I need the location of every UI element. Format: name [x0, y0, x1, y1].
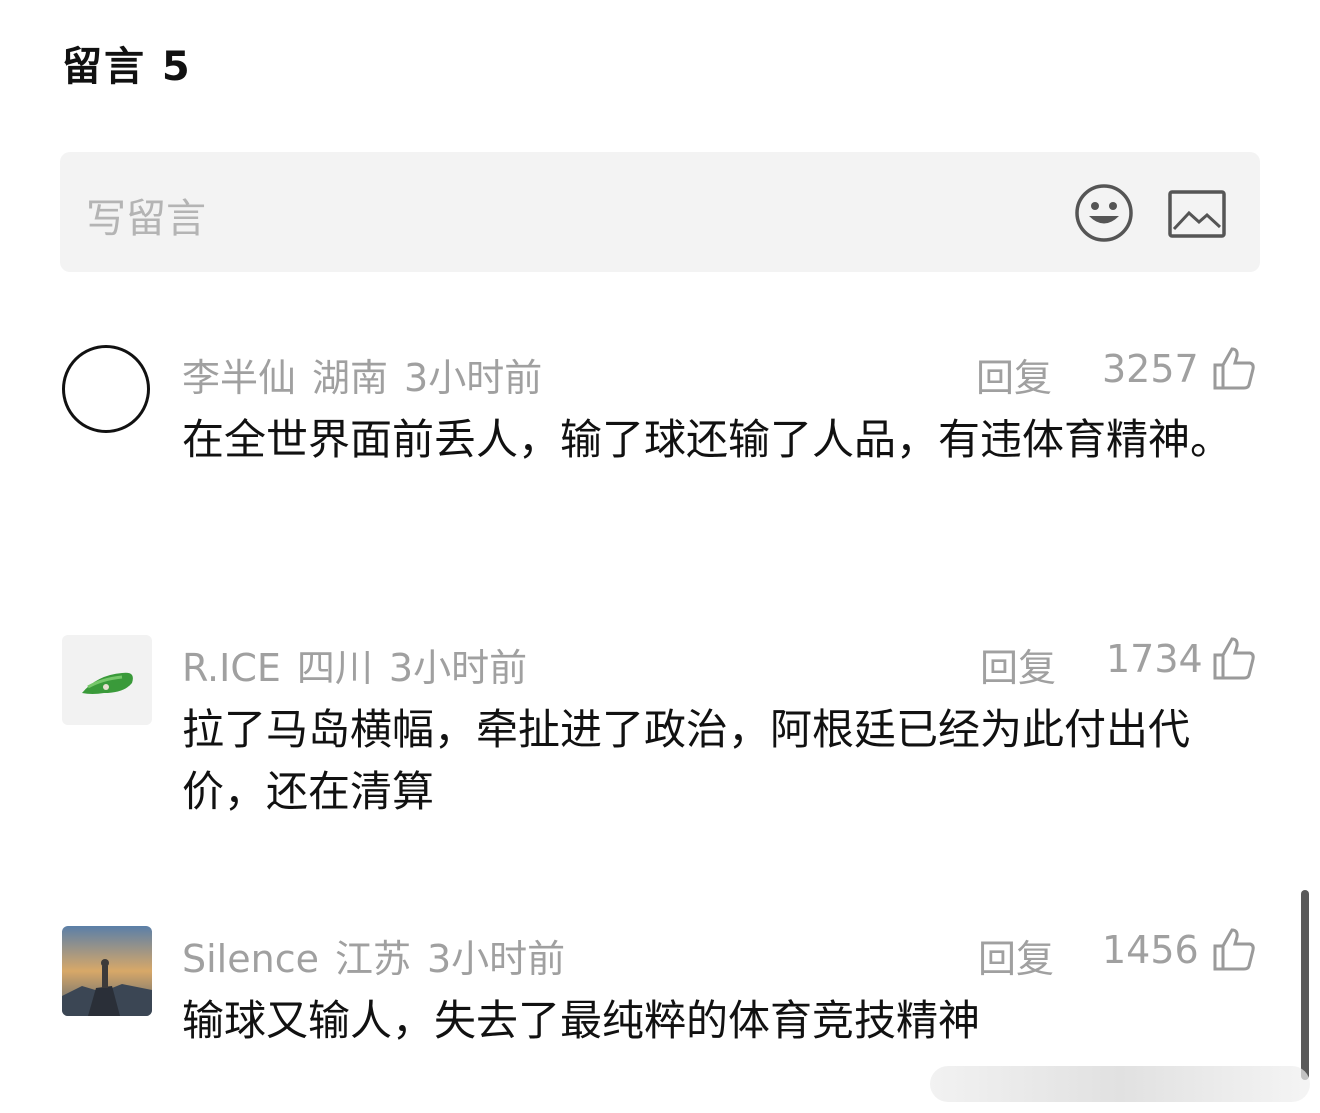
home-indicator	[930, 1066, 1310, 1102]
location: 湖南	[312, 356, 389, 400]
timestamp: 3小时前	[427, 937, 566, 981]
reply-button[interactable]: 回复	[976, 347, 1052, 402]
reply-button[interactable]: 回复	[980, 637, 1056, 692]
username[interactable]: 李半仙	[182, 356, 296, 400]
comment-content: 拉了马岛横幅，牵扯进了政治，阿根廷已经为此付出代价，还在清算	[182, 705, 1191, 816]
location: 江苏	[334, 937, 411, 981]
comment-content: 输球又输人，失去了最纯粹的体育竞技精神	[182, 996, 981, 1045]
like-count: 3257	[1102, 347, 1199, 391]
thumbs-up-icon[interactable]	[1212, 926, 1256, 972]
smile-icon[interactable]	[1074, 183, 1134, 243]
reply-button[interactable]: 回复	[978, 928, 1054, 983]
location: 四川	[296, 646, 373, 690]
comment-content: 在全世界面前丢人，输了球还输了人品，有违体育精神。	[182, 415, 1233, 464]
like-count: 1456	[1102, 928, 1199, 972]
like-count: 1734	[1106, 637, 1203, 681]
green-fish-avatar[interactable]	[62, 635, 152, 725]
username[interactable]: Silence	[182, 937, 319, 981]
comment-input-placeholder: 写留言	[86, 196, 206, 242]
comment-input[interactable]: 写留言	[60, 152, 1260, 272]
comment-meta: R.ICE 四川 3小时前	[182, 637, 543, 692]
username[interactable]: R.ICE	[182, 646, 281, 690]
landscape-avatar[interactable]	[62, 926, 152, 1016]
comments-title: 留言 5	[62, 44, 192, 90]
thumbs-up-icon[interactable]	[1212, 345, 1256, 391]
timestamp: 3小时前	[388, 646, 528, 690]
timestamp: 3小时前	[404, 356, 543, 400]
scrollbar[interactable]	[1301, 890, 1309, 1080]
image-icon[interactable]	[1167, 189, 1227, 239]
empty-circle-avatar[interactable]	[62, 345, 150, 433]
comment-meta: Silence 江苏 3小时前	[182, 928, 581, 983]
comment-meta: 李半仙 湖南 3小时前	[182, 347, 558, 402]
thumbs-up-icon[interactable]	[1212, 635, 1256, 681]
